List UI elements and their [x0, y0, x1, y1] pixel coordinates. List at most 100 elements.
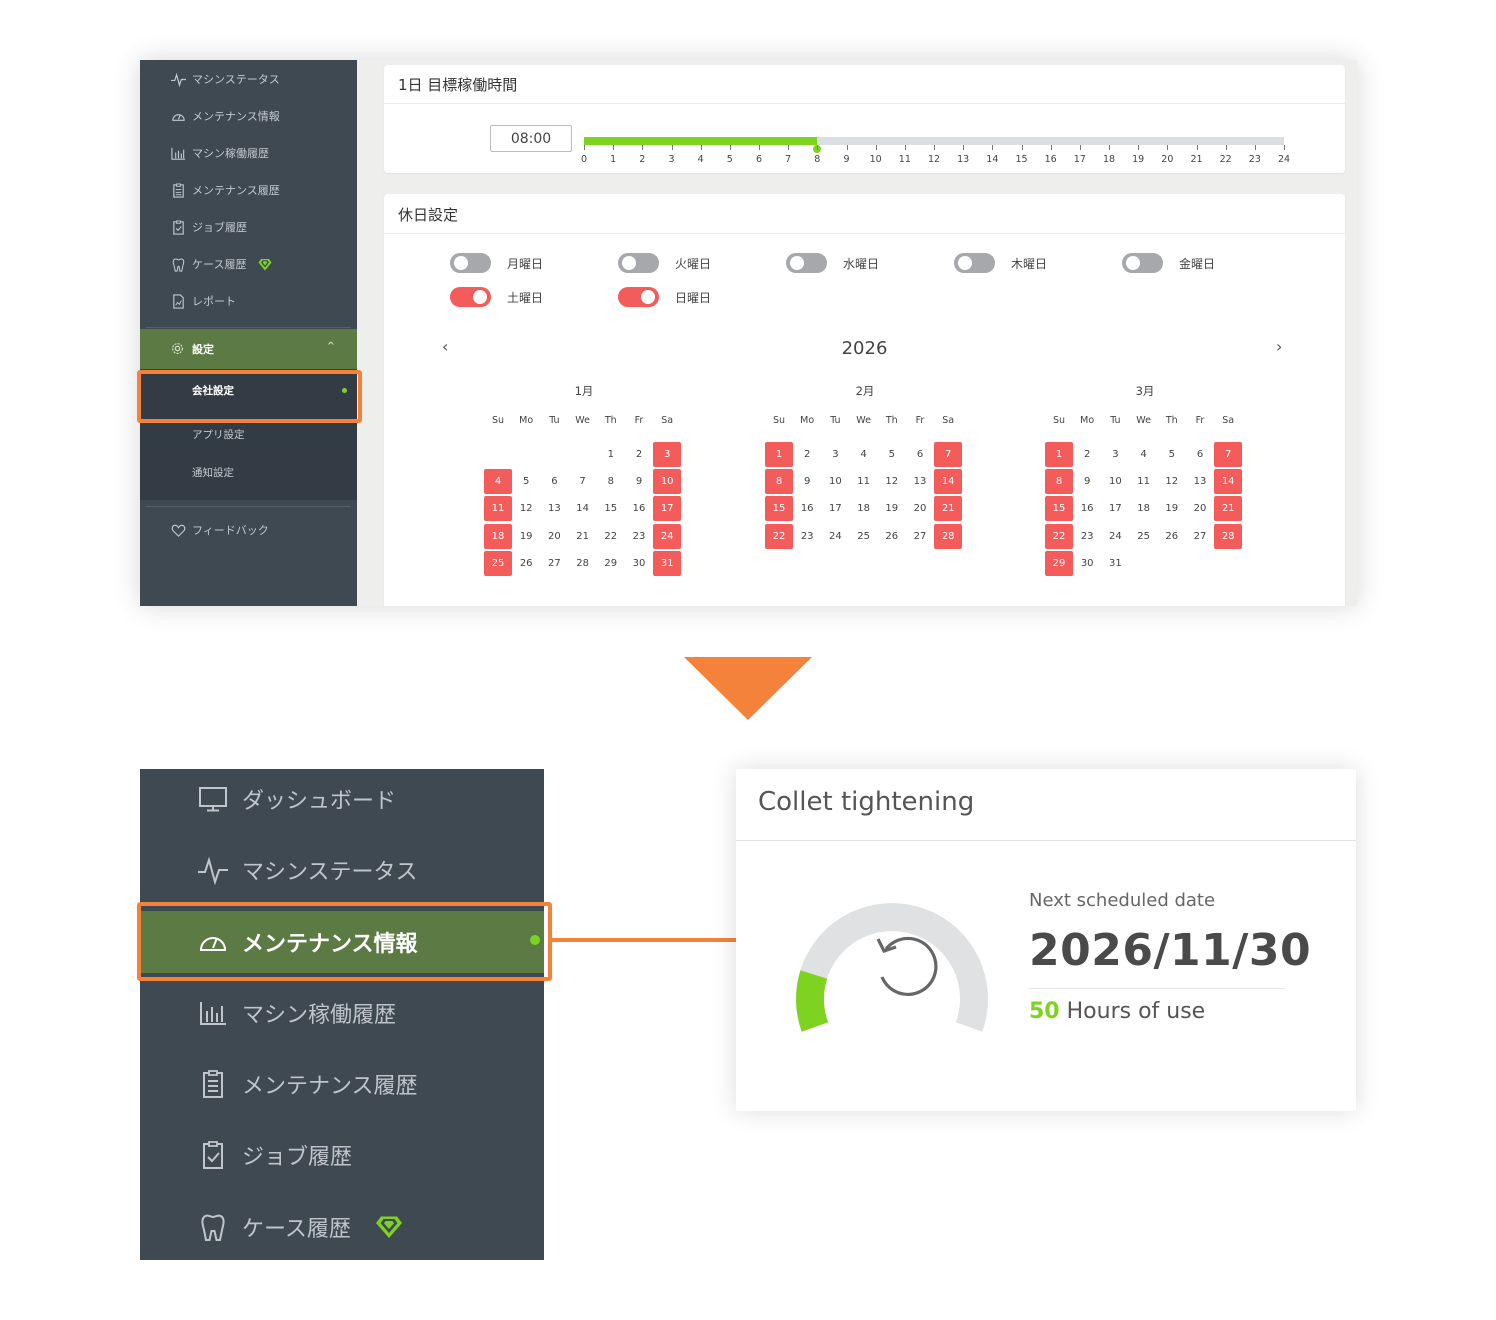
calendar-day[interactable]: 9	[1073, 469, 1101, 494]
calendar-day[interactable]: 27	[1186, 524, 1214, 549]
sidebar-item-machine-status[interactable]: マシンステータス	[140, 840, 544, 900]
calendar-day-holiday[interactable]: 7	[1214, 442, 1243, 467]
calendar-day[interactable]: 17	[821, 496, 849, 521]
calendar-day[interactable]: 11	[850, 469, 878, 494]
toggle-tuesday[interactable]: 火曜日	[618, 253, 711, 273]
calendar-day[interactable]: 16	[793, 496, 821, 521]
calendar-day[interactable]: 4	[1130, 442, 1158, 467]
sidebar-item-job-history[interactable]: ジョブ履歴	[140, 212, 357, 242]
sidebar-item-case-history[interactable]: ケース履歴	[140, 1197, 544, 1257]
calendar-day[interactable]: 5	[512, 469, 540, 494]
calendar-day[interactable]: 17	[1101, 496, 1129, 521]
toggle-switch[interactable]	[450, 287, 491, 307]
submenu-notification-settings[interactable]: 通知設定	[140, 455, 357, 489]
calendar-day-holiday[interactable]: 4	[484, 469, 512, 495]
calendar-day[interactable]: 13	[540, 496, 568, 521]
sidebar-item-machine-history[interactable]: マシン稼働履歴	[140, 138, 357, 168]
toggle-friday[interactable]: 金曜日	[1122, 253, 1215, 273]
calendar-day[interactable]: 9	[793, 469, 821, 494]
calendar-day[interactable]: 16	[1073, 496, 1101, 521]
sidebar-item-report[interactable]: レポート	[140, 286, 357, 316]
sidebar-item-maintenance-history[interactable]: メンテナンス履歴	[140, 1054, 544, 1114]
toggle-saturday[interactable]: 土曜日	[450, 287, 543, 307]
calendar-day[interactable]: 11	[1130, 469, 1158, 494]
calendar-day-holiday[interactable]: 14	[934, 469, 963, 495]
calendar-day[interactable]: 5	[878, 442, 906, 467]
calendar-day-holiday[interactable]: 28	[1214, 523, 1243, 549]
chevron-up-icon[interactable]: ^	[327, 341, 335, 352]
calendar-day[interactable]: 30	[1073, 551, 1101, 576]
calendar-day-holiday[interactable]: 28	[934, 523, 963, 549]
calendar-day[interactable]: 3	[821, 442, 849, 467]
calendar-day[interactable]: 20	[906, 496, 934, 521]
calendar-day-holiday[interactable]: 21	[1214, 496, 1243, 522]
calendar-day[interactable]: 21	[569, 524, 597, 549]
calendar-day-holiday[interactable]: 15	[1045, 496, 1073, 522]
toggle-thursday[interactable]: 木曜日	[954, 253, 1047, 273]
calendar-day[interactable]: 6	[1186, 442, 1214, 467]
toggle-switch[interactable]	[954, 253, 995, 273]
calendar-day[interactable]: 24	[821, 524, 849, 549]
toggle-switch[interactable]	[618, 253, 659, 273]
calendar-day[interactable]: 10	[821, 469, 849, 494]
calendar-day[interactable]: 24	[1101, 524, 1129, 549]
sidebar-item-settings[interactable]: 設定 ^	[140, 329, 357, 369]
calendar-day-holiday[interactable]: 21	[934, 496, 963, 522]
calendar-day-holiday[interactable]: 3	[653, 442, 682, 467]
calendar-day[interactable]: 9	[625, 469, 653, 494]
calendar-day[interactable]: 7	[569, 469, 597, 494]
calendar-day[interactable]: 5	[1158, 442, 1186, 467]
calendar-day[interactable]: 22	[597, 524, 625, 549]
calendar-day-holiday[interactable]: 17	[653, 496, 682, 522]
toggle-monday[interactable]: 月曜日	[450, 253, 543, 273]
sidebar-item-feedback[interactable]: フィードバック	[140, 515, 357, 545]
calendar-day-holiday[interactable]: 8	[1045, 469, 1073, 495]
calendar-day[interactable]: 23	[1073, 524, 1101, 549]
calendar-day-holiday[interactable]: 15	[765, 496, 793, 522]
calendar-day-holiday[interactable]: 1	[1045, 442, 1073, 467]
calendar-day[interactable]: 20	[540, 524, 568, 549]
calendar-day[interactable]: 2	[793, 442, 821, 467]
calendar-day-holiday[interactable]: 22	[1045, 523, 1073, 549]
calendar-day[interactable]: 10	[1101, 469, 1129, 494]
calendar-day[interactable]: 27	[906, 524, 934, 549]
next-year-button[interactable]: ›	[1276, 337, 1282, 356]
calendar-day[interactable]: 8	[597, 469, 625, 494]
calendar-day-holiday[interactable]: 24	[653, 523, 682, 549]
calendar-day-holiday[interactable]: 10	[653, 469, 682, 495]
calendar-day-holiday[interactable]: 22	[765, 523, 793, 549]
calendar-day[interactable]: 6	[906, 442, 934, 467]
calendar-day[interactable]: 23	[793, 524, 821, 549]
calendar-day[interactable]: 27	[540, 551, 568, 576]
calendar-day[interactable]: 25	[1130, 524, 1158, 549]
toggle-switch[interactable]	[618, 287, 659, 307]
sidebar-item-dashboard[interactable]: ダッシュボード	[140, 769, 544, 829]
calendar-day[interactable]: 12	[1158, 469, 1186, 494]
sidebar-item-maintenance-info[interactable]: メンテナンス情報	[140, 101, 357, 131]
sidebar-item-machine-status[interactable]: マシンステータス	[140, 64, 357, 94]
toggle-switch[interactable]	[1122, 253, 1163, 273]
calendar-day[interactable]: 26	[512, 551, 540, 576]
toggle-sunday[interactable]: 日曜日	[618, 287, 711, 307]
sidebar-item-maintenance-history[interactable]: メンテナンス履歴	[140, 175, 357, 205]
calendar-day[interactable]: 16	[625, 496, 653, 521]
calendar-day-holiday[interactable]: 14	[1214, 469, 1243, 495]
calendar-day[interactable]: 2	[625, 442, 653, 467]
calendar-day[interactable]: 26	[878, 524, 906, 549]
calendar-day-holiday[interactable]: 29	[1045, 550, 1073, 576]
calendar-day[interactable]: 4	[850, 442, 878, 467]
calendar-day[interactable]: 30	[625, 551, 653, 576]
calendar-day[interactable]: 19	[878, 496, 906, 521]
calendar-day[interactable]: 28	[569, 551, 597, 576]
calendar-day[interactable]: 13	[906, 469, 934, 494]
calendar-day[interactable]: 31	[1101, 551, 1129, 576]
calendar-day[interactable]: 15	[597, 496, 625, 521]
calendar-day-holiday[interactable]: 7	[934, 442, 963, 467]
calendar-day[interactable]: 1	[597, 442, 625, 467]
calendar-day[interactable]: 18	[1130, 496, 1158, 521]
calendar-day[interactable]: 13	[1186, 469, 1214, 494]
calendar-day-holiday[interactable]: 25	[484, 550, 512, 576]
target-time-input[interactable]: 08:00	[490, 125, 572, 152]
calendar-day[interactable]: 26	[1158, 524, 1186, 549]
calendar-day[interactable]: 6	[540, 469, 568, 494]
